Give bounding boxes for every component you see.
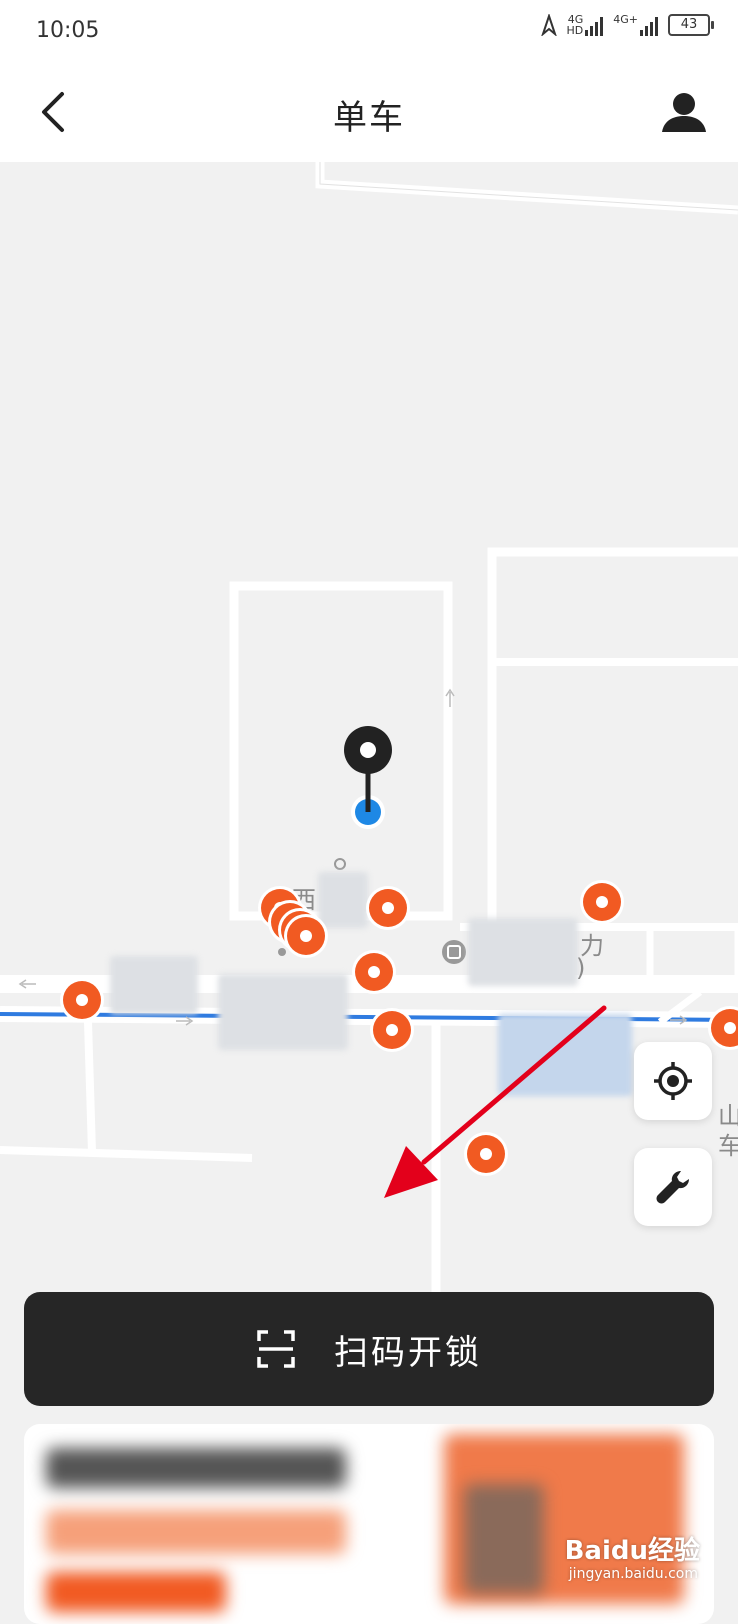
promo-blur (464, 1484, 544, 1594)
status-bar: 10:05 4G HD 4G+ 43 (0, 0, 738, 62)
network-1: 4G HD (567, 14, 604, 36)
signal-icon (585, 14, 604, 36)
watermark-sub: jingyan.baidu.com (568, 1566, 698, 1582)
scan-unlock-label: 扫码开锁 (334, 1332, 482, 1373)
wrench-icon (656, 1171, 689, 1204)
profile-button[interactable] (656, 84, 712, 140)
status-time: 10:05 (36, 18, 100, 43)
location-arrow-icon (540, 14, 557, 36)
network-1-hd: HD (566, 24, 584, 37)
battery-indicator: 43 (668, 14, 714, 36)
signal-icon (640, 14, 658, 36)
watermark: Baidu经验 (564, 1536, 700, 1566)
app-header: 单车 (0, 62, 738, 162)
promo-banner[interactable] (24, 1424, 714, 1624)
crosshair-icon (654, 1062, 692, 1100)
page-title: 单车 (333, 98, 405, 138)
network-2: 4G+ (613, 14, 658, 36)
status-icons: 4G HD 4G+ 43 (540, 14, 714, 36)
repair-button[interactable] (634, 1148, 712, 1226)
scan-unlock-button[interactable]: 扫码开锁 (24, 1292, 714, 1406)
promo-blur (46, 1572, 226, 1612)
locate-button[interactable] (634, 1042, 712, 1120)
scan-icon (257, 1330, 295, 1368)
promo-blur (46, 1510, 346, 1554)
promo-blur (46, 1448, 346, 1488)
user-icon (662, 93, 706, 132)
network-2-type: 4G+ (613, 13, 638, 26)
